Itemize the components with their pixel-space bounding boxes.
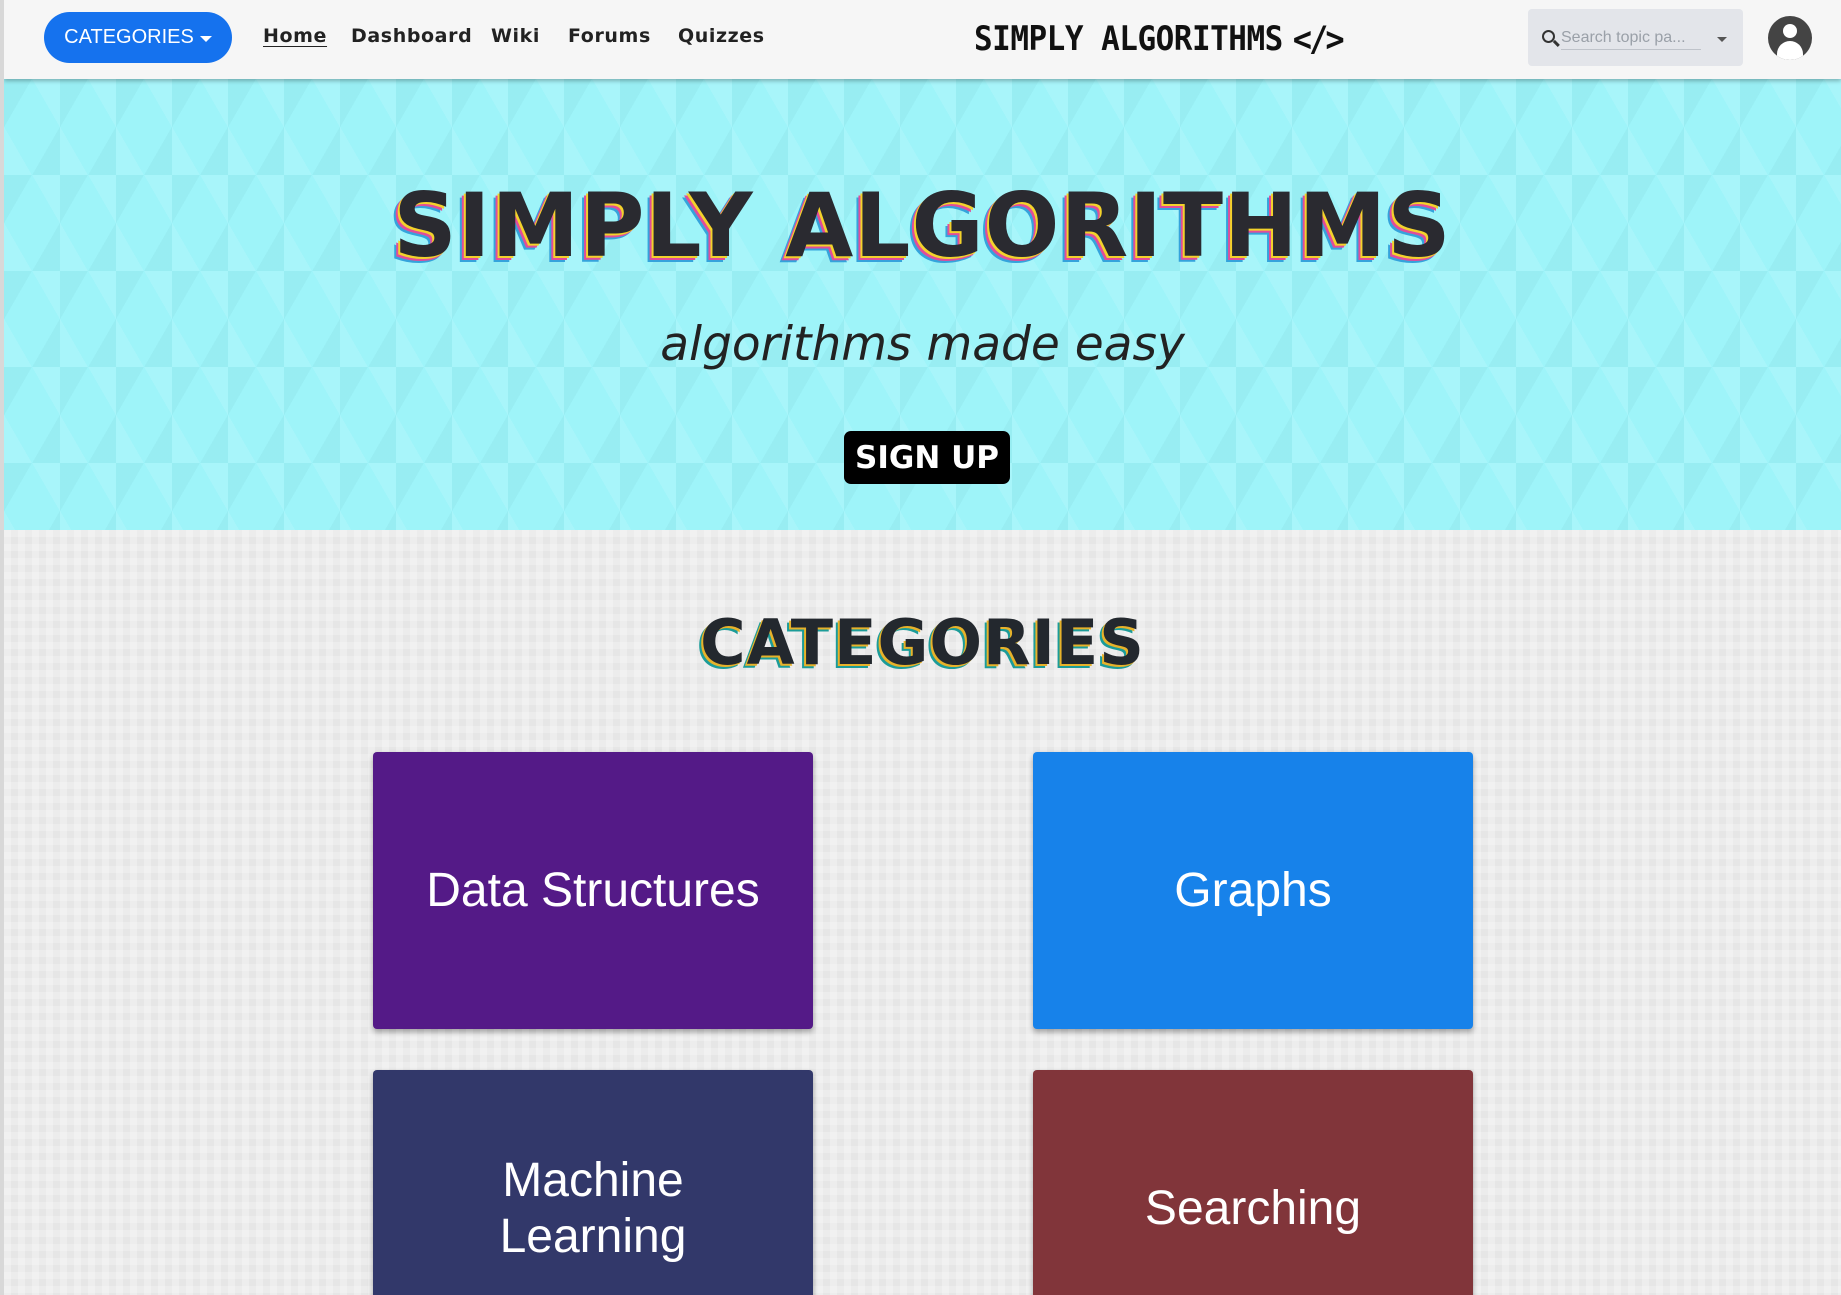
search-icon (1542, 30, 1555, 43)
dropdown-arrow-icon[interactable] (1717, 37, 1727, 42)
hero-subtitle: algorithms made easy (660, 317, 1185, 372)
caret-down-icon (199, 35, 212, 42)
hero-title: SIMPLY ALGORITHMS (393, 174, 1452, 277)
categories-button-label: CATEGORIES (64, 26, 194, 48)
nav-link-wiki[interactable]: Wiki (491, 25, 540, 47)
page: CATEGORIES Home Dashboard Wiki Forums Qu… (0, 0, 1841, 1295)
category-card-label: Machine Learning (499, 1153, 687, 1263)
nav-link-forums[interactable]: Forums (568, 25, 651, 47)
category-card-data-structures[interactable]: Data Structures (373, 752, 813, 1029)
nav-link-home[interactable]: Home (263, 25, 327, 47)
categories-dropdown-button[interactable]: CATEGORIES (44, 12, 232, 63)
avatar-head (1783, 24, 1797, 38)
search-input[interactable] (1561, 26, 1701, 50)
avatar-body (1777, 41, 1803, 60)
signup-button[interactable]: SIGN UP (844, 431, 1010, 484)
navbar: CATEGORIES Home Dashboard Wiki Forums Qu… (4, 0, 1841, 79)
hero-banner: SIMPLY ALGORITHMS algorithms made easy S… (4, 79, 1841, 530)
category-card-searching[interactable]: Searching (1033, 1070, 1473, 1295)
nav-link-quizzes[interactable]: Quizzes (678, 25, 765, 47)
nav-link-dashboard[interactable]: Dashboard (351, 25, 472, 47)
category-card-graphs[interactable]: Graphs (1033, 752, 1473, 1029)
brand-name: SIMPLY ALGORITHMS (974, 19, 1283, 59)
category-card-label: Data Structures (426, 863, 760, 917)
category-card-label: Graphs (1174, 863, 1332, 917)
categories-title: CATEGORIES (700, 606, 1145, 679)
categories-section: CATEGORIES Data Structures Graphs Machin… (4, 530, 1841, 1295)
category-card-machine-learning[interactable]: Machine Learning (373, 1070, 813, 1295)
account-circle-icon[interactable] (1768, 16, 1812, 60)
code-brackets-icon: </> (1292, 18, 1345, 60)
search-box[interactable] (1528, 9, 1743, 66)
category-card-label: Searching (1144, 1181, 1362, 1235)
brand-logo[interactable]: SIMPLY ALGORITHMS </> (974, 12, 1345, 66)
